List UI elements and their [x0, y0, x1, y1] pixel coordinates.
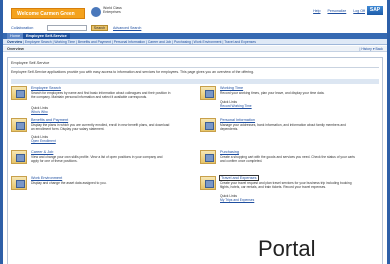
- divider: [11, 67, 379, 68]
- intro-text: Employee Self-Service applications provi…: [11, 70, 255, 74]
- quick-link[interactable]: My Trips and Expenses: [220, 198, 254, 202]
- service-title[interactable]: Working Time: [220, 86, 243, 90]
- service-description: View and change your own skills profile.…: [31, 155, 163, 163]
- browser-frame: Welcome Carmen Green World Class Enterpr…: [0, 0, 390, 264]
- service-work-environment: Work Environment Display and change the …: [11, 176, 191, 206]
- advanced-search-link[interactable]: Advanced Search: [113, 26, 141, 30]
- travel-icon: [200, 176, 216, 190]
- service-description: Manage your addresses, bank information,…: [220, 123, 346, 131]
- clock-icon: [200, 86, 216, 100]
- subnav-items[interactable]: | Employee Search | Working Time | Benef…: [23, 40, 256, 44]
- benefits-icon: [11, 118, 27, 132]
- quick-link[interactable]: Who's Who: [31, 110, 48, 114]
- history-back-links[interactable]: | History ▾ Back: [360, 46, 384, 52]
- logo-icon: [91, 7, 101, 17]
- help-link[interactable]: Help: [313, 9, 320, 13]
- service-description: Search for employees by name and find ba…: [31, 91, 171, 99]
- search-input[interactable]: [47, 25, 87, 31]
- service-title[interactable]: Work Environment: [31, 176, 62, 180]
- welcome-banner: Welcome Carmen Green: [11, 8, 85, 19]
- header-links: Help Personalize Log Off: [307, 9, 365, 13]
- log-off-link[interactable]: Log Off: [353, 9, 365, 13]
- subnav-overview[interactable]: Overview: [7, 40, 22, 44]
- content-panel: Employee Self-Service Employee Self-Serv…: [7, 57, 383, 264]
- service-title[interactable]: Personal Information: [220, 118, 255, 122]
- employee-search-icon: [11, 86, 27, 100]
- service-title[interactable]: Benefits and Payment: [31, 118, 68, 122]
- collaboration-link[interactable]: Collaboration: [11, 26, 33, 30]
- service-description: Display and change the asset data assign…: [31, 181, 107, 185]
- service-description: Record your working times, plan your lea…: [220, 91, 325, 95]
- quick-link[interactable]: Record Working Time: [220, 104, 252, 108]
- top-header: Welcome Carmen Green World Class Enterpr…: [3, 0, 387, 26]
- page-title: Overview: [3, 46, 387, 52]
- panel-title: Employee Self-Service: [11, 61, 50, 65]
- service-title[interactable]: Travel and Expenses: [219, 175, 259, 181]
- detailed-navigation: Overview | Employee Search | Working Tim…: [3, 39, 387, 45]
- service-benefits-payment: Benefits and Payment Display the plans i…: [11, 118, 191, 154]
- company-logo: World Class Enterprises: [91, 6, 129, 19]
- career-icon: [11, 150, 27, 164]
- portal-overlay-text: Portal: [258, 236, 316, 261]
- service-description: Create a shopping cart with the goods an…: [220, 155, 355, 163]
- search-button[interactable]: Search: [91, 25, 108, 31]
- personalize-link[interactable]: Personalize: [327, 9, 346, 13]
- section-header: [11, 79, 379, 84]
- logo-text: World Class Enterprises: [103, 6, 122, 14]
- service-travel-expenses: Travel and Expenses Create your travel r…: [200, 175, 380, 216]
- personal-info-icon: [200, 118, 216, 132]
- service-personal-information: Personal Information Manage your address…: [200, 118, 380, 154]
- service-title[interactable]: Employee Search: [31, 86, 61, 90]
- service-title[interactable]: Purchasing: [220, 150, 239, 154]
- shopping-cart-icon: [200, 150, 216, 164]
- sap-logo: SAP: [367, 6, 383, 15]
- service-description: Display the plans in which you are curre…: [31, 123, 170, 131]
- service-description: Create your travel request and plan trav…: [220, 181, 352, 189]
- service-title[interactable]: Career & Job: [31, 150, 53, 154]
- work-environment-icon: [11, 176, 27, 190]
- quick-link[interactable]: Open Enrollment: [31, 139, 56, 143]
